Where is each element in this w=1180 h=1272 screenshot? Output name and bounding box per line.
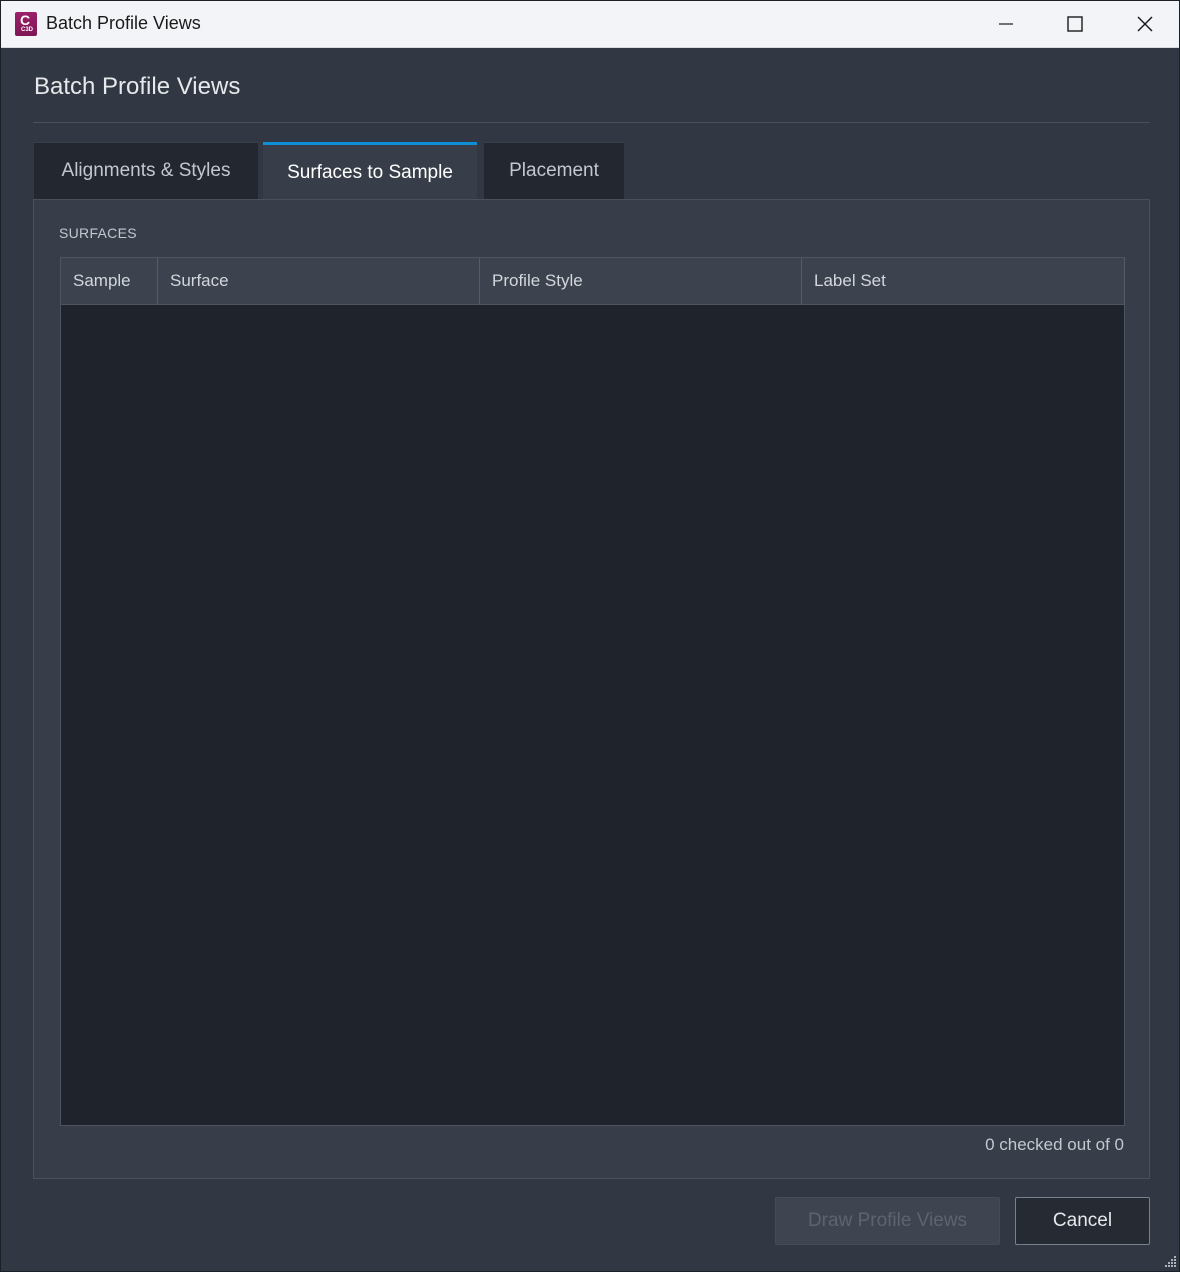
column-header-sample[interactable]: Sample (61, 258, 158, 304)
tab-alignments-styles[interactable]: Alignments & Styles (34, 142, 258, 199)
surfaces-panel: SURFACES Sample Surface Profile Style La… (33, 199, 1150, 1179)
tab-label: Alignments & Styles (61, 160, 231, 181)
cancel-button[interactable]: Cancel (1015, 1197, 1150, 1245)
minimize-icon (999, 23, 1013, 25)
tab-placement[interactable]: Placement (484, 142, 624, 199)
maximize-button[interactable] (1040, 1, 1110, 47)
page-title: Batch Profile Views (34, 73, 241, 100)
tab-label: Placement (509, 160, 599, 181)
window-title: Batch Profile Views (46, 13, 201, 33)
checked-count: 0 checked out of 0 (985, 1135, 1124, 1154)
dialog-window: C C3D Batch Profile Views Batch Profile … (0, 0, 1180, 1272)
heading-divider (33, 122, 1150, 123)
app-icon-letter: C (20, 12, 31, 28)
resize-grip-icon[interactable] (1163, 1255, 1177, 1269)
column-header-profile-style[interactable]: Profile Style (480, 258, 802, 304)
column-header-surface[interactable]: Surface (158, 258, 480, 304)
surfaces-grid[interactable]: Sample Surface Profile Style Label Set (60, 257, 1125, 1126)
title-bar[interactable]: C C3D Batch Profile Views (1, 1, 1179, 48)
tab-label: Surfaces to Sample (287, 161, 453, 183)
civil3d-app-icon: C C3D (15, 12, 37, 36)
minimize-button[interactable] (971, 1, 1041, 47)
close-icon (1137, 16, 1153, 32)
section-label-surfaces: SURFACES (59, 225, 137, 241)
app-icon-sub: C3D (21, 27, 34, 33)
tab-surfaces-to-sample[interactable]: Surfaces to Sample (263, 142, 477, 200)
close-button[interactable] (1110, 1, 1180, 47)
column-header-label-set[interactable]: Label Set (802, 258, 1125, 304)
grid-header: Sample Surface Profile Style Label Set (61, 258, 1125, 305)
draw-profile-views-button[interactable]: Draw Profile Views (775, 1197, 1000, 1245)
maximize-icon (1067, 16, 1083, 32)
